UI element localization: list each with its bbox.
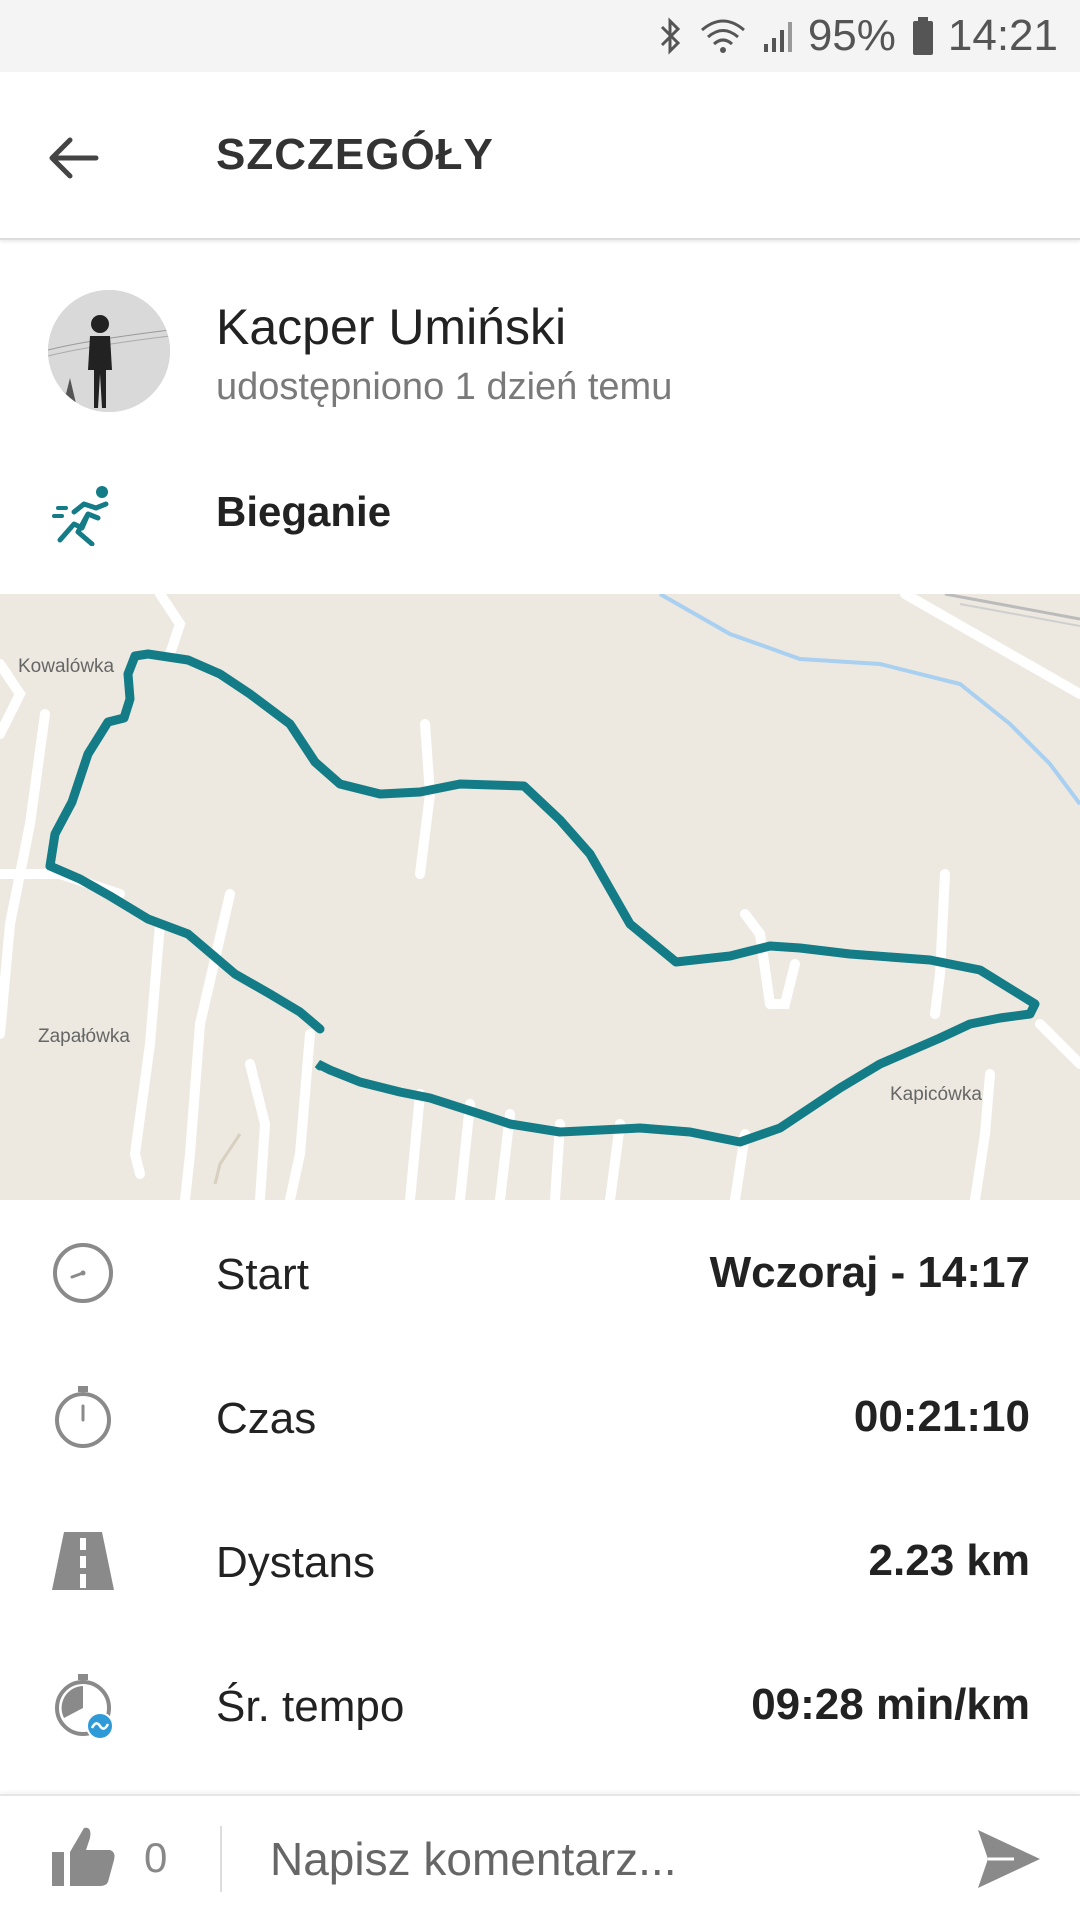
route-map[interactable]: Kowalówka Zapałówka Kapicówka [0,594,1080,1200]
divider [220,1826,222,1892]
clock-time: 14:21 [947,11,1058,60]
stat-label: Czas [216,1394,317,1443]
battery-icon [910,15,936,57]
activity-type: Bieganie [216,488,392,535]
bluetooth-icon [656,16,684,56]
place-label-kapicowka: Kapicówka [890,1084,982,1105]
stat-row-duration: Czas 00:21:10 [0,1344,1080,1488]
like-button[interactable] [48,1822,118,1892]
stat-row-start: Start Wczoraj - 14:17 [0,1200,1080,1344]
stat-value: 09:28 min/km [751,1680,1030,1729]
stat-label: Start [216,1250,309,1299]
place-label-kowalowka: Kowalówka [18,656,115,677]
stat-row-distance: Dystans 2.23 km [0,1488,1080,1632]
pace-icon [50,1672,116,1740]
stat-row-pace: Śr. tempo 09:28 min/km [0,1632,1080,1776]
back-button[interactable] [30,116,114,200]
user-name[interactable]: Kacper Umiński [216,298,566,356]
stat-value: 2.23 km [868,1536,1030,1585]
stat-label: Śr. tempo [216,1682,405,1731]
place-label-zapalowka: Zapałówka [38,1026,130,1047]
comment-bar: 0 [0,1794,1080,1920]
comment-input[interactable] [248,1816,948,1902]
stopwatch-icon [50,1384,116,1450]
stat-label: Dystans [216,1538,375,1587]
stat-value: Wczoraj - 14:17 [709,1248,1030,1297]
clock-icon [50,1240,116,1306]
activity-stats: Start Wczoraj - 14:17 Czas 00:21:10 Dyst… [0,1200,1080,1776]
arrow-left-icon [49,137,99,179]
like-count: 0 [144,1834,168,1881]
battery-percent: 95% [807,11,896,60]
app-bar: SZCZEGÓŁY [0,72,1080,240]
page-title: SZCZEGÓŁY [216,130,494,179]
send-button[interactable] [974,1826,1044,1892]
running-icon [52,482,116,547]
signal-icon [762,16,796,56]
road-icon [50,1528,116,1594]
thumbs-up-icon [52,1827,115,1886]
shared-time: udostępniono 1 dzień temu [216,366,673,408]
send-icon [978,1830,1040,1888]
wifi-icon [698,16,748,56]
activity-row: Bieganie [0,462,1080,592]
avatar[interactable] [48,290,170,412]
stat-value: 00:21:10 [853,1392,1030,1441]
user-row: Kacper Umiński udostępniono 1 dzień temu [0,242,1080,472]
status-bar: 95% 14:21 [0,0,1080,72]
